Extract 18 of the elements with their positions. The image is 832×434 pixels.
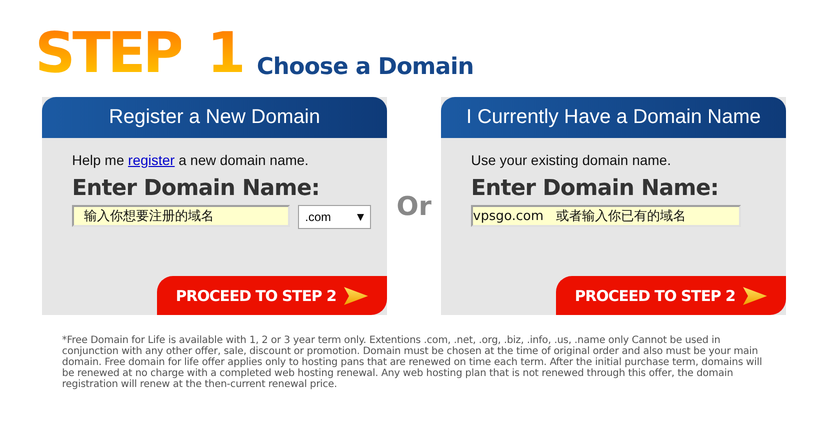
panel-header: I Currently Have a Domain Name [441,97,786,138]
proceed-button[interactable]: PROCEED TO STEP 2 [556,276,786,315]
register-link[interactable]: register [128,152,175,168]
field-heading: Enter Domain Name: [471,176,720,201]
or-separator: Or [396,192,432,222]
caret-icon [357,214,364,220]
intro-text: Use your existing domain name. [471,152,672,168]
proceed-button[interactable]: PROCEED TO STEP 2 [157,276,387,315]
extension-dropdown[interactable]: .com [298,205,371,229]
panel-header: Register a New Domain [42,97,387,138]
page-title: Choose a Domain [256,54,474,80]
footnote-text: *Free Domain for Life is available with 1, 2 or 3 year term only. Extentions .com, .net, .org, .biz, .info, .us, .name only Cannot be used in conjunction with any other offer, sale, discount or promotion. Domain must be chosen at the time of original order and also must be your main domain. Free domain for life offer applies only to hosting pans that are renewed on time each term. After the initial purchase term, domains will be renewed at no charge with a completed web hosting renewal. Any web hosting plan that is not renewed through this offer, the domain registration will renew at the then-current renewal price. [62,335,763,390]
arrow-icon [344,286,368,304]
intro-text: Help me register a new domain name. [72,152,310,168]
field-heading: Enter Domain Name: [72,176,321,201]
arrow-icon [743,286,768,304]
domain-input-field[interactable]: vpsgo.com 或者输入你已有的域名 [471,205,741,227]
domain-input-field[interactable]: 输入你想要注册的域名 [72,205,290,227]
